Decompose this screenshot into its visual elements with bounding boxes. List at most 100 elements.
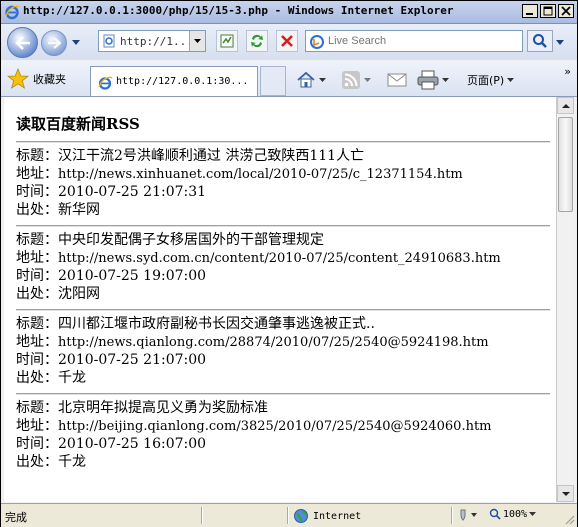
navigation-toolbar: http://1... xyxy=(1,24,577,60)
mail-icon xyxy=(387,73,407,87)
recent-pages-dropdown-icon[interactable] xyxy=(71,37,81,47)
scroll-up-button[interactable] xyxy=(557,97,574,114)
maximize-icon xyxy=(543,6,553,16)
minimize-button[interactable] xyxy=(522,4,538,18)
news-link: http://news.qianlong.com/28874/2010/07/2… xyxy=(58,335,489,350)
news-time: 2010-07-25 21:07:00 xyxy=(58,352,207,368)
page-icon xyxy=(103,34,115,48)
rss-feed-icon xyxy=(342,71,360,89)
favorites-tab-bar: 收藏夹 http://127.0.0.1:30... 页面(P) » xyxy=(1,61,577,97)
resize-grip-icon[interactable] xyxy=(563,513,575,525)
protected-mode-icon[interactable] xyxy=(456,508,480,522)
title-label: 标题： xyxy=(16,316,58,332)
print-button[interactable] xyxy=(417,69,449,91)
title-label: 标题： xyxy=(16,400,58,416)
live-search-logo-icon xyxy=(310,35,324,49)
title-label: 标题： xyxy=(16,148,58,164)
link-label: 地址： xyxy=(16,166,58,182)
title-label: 标题： xyxy=(16,232,58,248)
refresh-icon xyxy=(251,34,263,48)
feeds-button[interactable] xyxy=(341,69,371,91)
scroll-down-button[interactable] xyxy=(557,485,574,502)
stop-button[interactable] xyxy=(276,30,298,52)
scroll-thumb[interactable] xyxy=(558,117,573,212)
favorites-button[interactable]: 收藏夹 xyxy=(7,67,66,91)
news-item: 标题：四川都江堰市政府副秘书长因交通肇事逃逸被正式.. 地址：http://ne… xyxy=(16,311,550,393)
scroll-up-arrow-icon xyxy=(562,104,570,108)
chevron-down-icon xyxy=(319,78,326,82)
page-heading: 读取百度新闻RSS xyxy=(16,115,140,133)
search-options-dropdown-icon[interactable] xyxy=(555,37,565,47)
news-link: http://news.xinhuanet.com/local/2010-07/… xyxy=(58,167,463,182)
news-source: 沈阳网 xyxy=(58,286,100,302)
search-box[interactable] xyxy=(305,30,523,52)
status-divider xyxy=(287,507,289,524)
source-label: 出处： xyxy=(16,286,58,302)
compatibility-view-button[interactable] xyxy=(216,30,238,52)
tab-title: http://127.0.0.1:30... xyxy=(116,76,249,87)
news-source: 新华网 xyxy=(58,202,100,218)
minimize-icon xyxy=(526,13,533,15)
tab-current-page[interactable]: http://127.0.0.1:30... xyxy=(90,66,258,96)
page-viewport: 读取百度新闻RSS 标题：汉江干流2号洪峰顺利通过 洪涝己致陕西111人亡 地址… xyxy=(4,97,557,502)
news-time: 2010-07-25 21:07:31 xyxy=(58,184,207,200)
new-tab-button[interactable] xyxy=(260,66,286,96)
news-time: 2010-07-25 16:07:00 xyxy=(58,436,207,452)
address-text[interactable]: http://1... xyxy=(120,35,193,48)
forward-arrow-icon xyxy=(48,37,61,49)
window-title: http://127.0.0.1:3000/php/15/15-3.php - … xyxy=(23,4,454,17)
close-button[interactable] xyxy=(558,4,574,18)
page-menu-label: 页面(P) xyxy=(467,74,505,87)
address-dropdown-button[interactable] xyxy=(189,31,205,51)
page-menu-button[interactable]: 页面(P) xyxy=(467,69,515,91)
chevron-down-icon xyxy=(194,39,201,43)
address-bar[interactable]: http://1... xyxy=(98,30,206,52)
toolbar-overflow-button[interactable]: » xyxy=(564,65,571,78)
news-title: 中央印发配偶子女移居国外的干部管理规定 xyxy=(58,232,324,248)
news-item: 标题：北京明年拟提高见义勇为奖励标准 地址：http://beijing.qia… xyxy=(16,395,550,477)
forward-button[interactable] xyxy=(41,30,67,56)
vertical-scrollbar[interactable] xyxy=(557,97,574,502)
chevron-down-icon xyxy=(529,512,537,516)
security-zone-label: Internet xyxy=(313,510,362,522)
status-divider xyxy=(201,507,203,524)
news-time: 2010-07-25 19:07:00 xyxy=(58,268,207,284)
home-icon xyxy=(297,71,315,88)
read-mail-button[interactable] xyxy=(386,69,408,91)
link-label: 地址： xyxy=(16,250,58,266)
stop-icon xyxy=(281,35,293,47)
chevron-down-icon xyxy=(364,78,371,82)
refresh-button[interactable] xyxy=(246,30,268,52)
back-button[interactable] xyxy=(7,27,38,58)
browser-window: http://127.0.0.1:3000/php/15/15-3.php - … xyxy=(0,0,578,527)
home-button[interactable] xyxy=(296,69,326,91)
ie-page-icon xyxy=(98,76,113,90)
news-title: 四川都江堰市政府副秘书长因交通肇事逃逸被正式.. xyxy=(58,316,375,332)
news-source: 千龙 xyxy=(58,370,86,386)
title-bar: http://127.0.0.1:3000/php/15/15-3.php - … xyxy=(1,1,577,24)
search-icon xyxy=(533,34,547,48)
link-label: 地址： xyxy=(16,418,58,434)
zoom-control[interactable]: 100% xyxy=(489,508,537,520)
chevron-down-icon xyxy=(507,78,515,82)
zoom-level: 100% xyxy=(503,508,528,520)
time-label: 时间： xyxy=(16,184,58,200)
search-input[interactable] xyxy=(328,33,518,49)
search-go-button[interactable] xyxy=(527,30,553,52)
news-source: 千龙 xyxy=(58,454,86,470)
scroll-down-arrow-icon xyxy=(562,492,570,496)
security-zone[interactable]: Internet xyxy=(293,508,361,524)
maximize-button[interactable] xyxy=(540,4,556,18)
status-divider xyxy=(451,507,453,524)
news-item: 标题：中央印发配偶子女移居国外的干部管理规定 地址：http://news.sy… xyxy=(16,227,550,309)
link-label: 地址： xyxy=(16,334,58,350)
printer-icon xyxy=(417,70,439,90)
status-text: 完成 xyxy=(5,512,27,524)
source-label: 出处： xyxy=(16,202,58,218)
time-label: 时间： xyxy=(16,352,58,368)
favorites-star-icon xyxy=(7,68,29,89)
globe-icon xyxy=(294,509,308,523)
back-arrow-icon xyxy=(14,35,30,50)
source-label: 出处： xyxy=(16,370,58,386)
chevron-down-icon xyxy=(442,78,449,82)
